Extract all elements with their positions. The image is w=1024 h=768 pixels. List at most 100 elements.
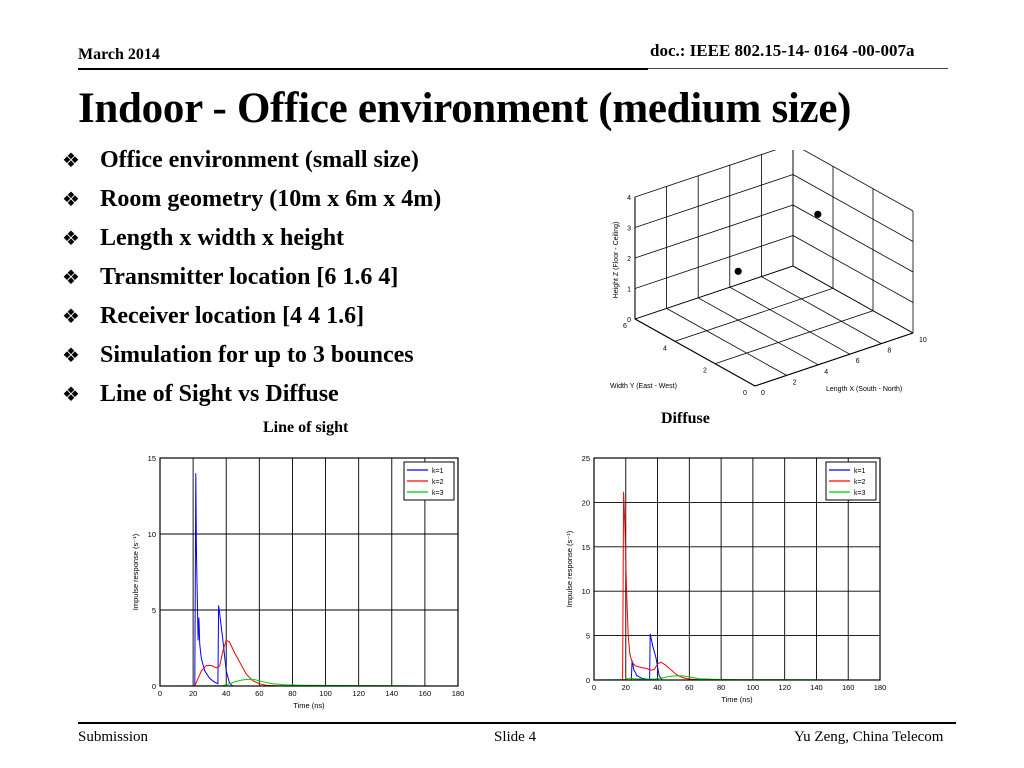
footer-left: Submission xyxy=(78,729,149,745)
x-tick-label: 0 xyxy=(592,683,596,692)
wall-gridline xyxy=(792,265,914,334)
floor-gridline xyxy=(714,310,874,365)
header-doc-id: doc.: IEEE 802.15-14- 0164 -00-007a xyxy=(650,41,915,60)
bullet-text: Simulation for up to 3 bounces xyxy=(100,341,414,368)
legend-label: k=3 xyxy=(432,490,444,497)
legend-label: k=3 xyxy=(854,490,866,497)
bullet-item: ❖ Length x width x height xyxy=(62,218,441,257)
wall-gridline xyxy=(634,204,794,259)
x-tick-label: 160 xyxy=(419,689,432,698)
x-tick-label: 80 xyxy=(717,683,725,692)
x-tick-label: 100 xyxy=(319,689,332,698)
y-tick-label: 15 xyxy=(148,454,156,463)
bullet-text: Room geometry (10m x 6m x 4m) xyxy=(100,185,442,212)
x-tick-label: 80 xyxy=(288,689,296,698)
y-tick-label: 0 xyxy=(586,676,590,685)
y-tick-label: 25 xyxy=(582,454,590,463)
los-chart-title: Line of sight xyxy=(263,419,349,436)
z-tick-label: 3 xyxy=(627,226,631,233)
wall-gridline xyxy=(792,235,914,303)
x-axis-label: Time (ns) xyxy=(293,701,325,710)
x-tick-label: 100 xyxy=(747,683,760,692)
bullet-item: ❖ Room geometry (10m x 6m x 4m) xyxy=(62,179,441,218)
diamond-bullet-icon: ❖ xyxy=(62,381,80,406)
bullet-text: Office environment (small size) xyxy=(100,146,419,173)
diamond-bullet-icon: ❖ xyxy=(62,264,80,289)
bullet-item: ❖ Transmitter location [6 1.6 4] xyxy=(62,257,441,296)
x-tick-label: 180 xyxy=(452,689,465,698)
floor-gridline xyxy=(698,297,819,366)
header-date: March 2014 xyxy=(78,46,160,63)
floor-gridline xyxy=(666,308,787,376)
x-tick-label: 60 xyxy=(255,689,263,698)
x-tick-label: 40 xyxy=(653,683,661,692)
legend-label: k=1 xyxy=(432,468,444,475)
y-tick-label: 10 xyxy=(582,587,590,596)
x-tick-label: 2 xyxy=(793,379,797,386)
y-tick-label: 4 xyxy=(663,345,667,352)
y-tick-label: 20 xyxy=(582,498,590,507)
wall-gridline xyxy=(792,204,914,273)
footer-divider xyxy=(78,722,956,724)
x-tick-label: 120 xyxy=(778,683,791,692)
x-tick-label: 140 xyxy=(810,683,823,692)
x-tick-label: 20 xyxy=(622,683,630,692)
y-tick-label: 0 xyxy=(152,682,156,691)
y-tick-label: 10 xyxy=(148,530,156,539)
legend-label: k=1 xyxy=(854,468,866,475)
diffuse-impulse-chart: 0 20 40 60 80 100 120 140 160 180 0 5 10 15 20 25 k=1 k=2… xyxy=(565,454,887,704)
y-tick-label: 5 xyxy=(152,606,156,615)
bullet-text: Receiver location [4 4 1.6] xyxy=(100,302,365,329)
point-transmitter xyxy=(814,210,822,218)
x-tick-label: 0 xyxy=(761,390,765,397)
diamond-bullet-icon: ❖ xyxy=(62,342,80,367)
z-tick-label: 4 xyxy=(627,195,631,202)
z-tick-label: 2 xyxy=(627,256,631,263)
y-tick-label: 5 xyxy=(586,632,590,641)
bullet-item: ❖ Office environment (small size) xyxy=(62,140,441,179)
diamond-bullet-icon: ❖ xyxy=(62,303,80,328)
room-3d-chart: 0246810024601234Length X (South - North)… xyxy=(610,150,927,397)
bullet-text: Length x width x height xyxy=(100,224,345,251)
y-tick-label: 6 xyxy=(623,323,627,330)
x-tick-label: 10 xyxy=(919,337,927,344)
y-axis-label: Impulse response (s⁻¹) xyxy=(565,530,574,607)
footer-slide-number: Slide 4 xyxy=(494,729,537,745)
diamond-bullet-icon: ❖ xyxy=(62,147,80,172)
x-tick-label: 8 xyxy=(887,348,891,355)
x-tick-label: 120 xyxy=(352,689,365,698)
z-axis-label: Height Z (Floor - Ceiling) xyxy=(613,222,620,299)
floor-gridline xyxy=(674,287,834,342)
z-tick-label: 0 xyxy=(627,317,631,324)
x-tick-label: 140 xyxy=(386,689,399,698)
wall-gridline xyxy=(634,174,794,228)
legend-label: k=2 xyxy=(854,479,866,486)
x-axis xyxy=(754,332,914,387)
floor-gridline xyxy=(729,286,850,355)
wall-gridline xyxy=(634,265,794,320)
x-tick-label: 40 xyxy=(222,689,230,698)
wall-gridline xyxy=(634,150,777,198)
y-tick-label: 0 xyxy=(743,390,747,397)
y-axis xyxy=(634,318,756,387)
bullet-text: Transmitter location [6 1.6 4] xyxy=(100,263,399,290)
z-tick-label: 1 xyxy=(627,287,631,294)
bullet-item: ❖ Simulation for up to 3 bounces xyxy=(62,335,441,374)
y-tick-label: 15 xyxy=(582,543,590,552)
floor-gridline xyxy=(761,276,882,344)
x-tick-label: 6 xyxy=(856,358,860,365)
header-divider xyxy=(78,68,648,70)
y-tick-label: 2 xyxy=(703,368,707,375)
y-axis-label: Width Y (East - West) xyxy=(610,383,677,390)
wall-gridline xyxy=(634,235,794,289)
header-divider-right xyxy=(648,68,948,69)
x-tick-label: 180 xyxy=(874,683,887,692)
x-axis-label: Time (ns) xyxy=(721,695,753,704)
x-tick-label: 60 xyxy=(685,683,693,692)
diamond-bullet-icon: ❖ xyxy=(62,186,80,211)
x-tick-label: 160 xyxy=(842,683,855,692)
x-tick-label: 0 xyxy=(158,689,162,698)
wall-gridline xyxy=(792,174,914,242)
bullet-text: Line of Sight vs Diffuse xyxy=(100,380,339,407)
legend-label: k=2 xyxy=(432,479,444,486)
